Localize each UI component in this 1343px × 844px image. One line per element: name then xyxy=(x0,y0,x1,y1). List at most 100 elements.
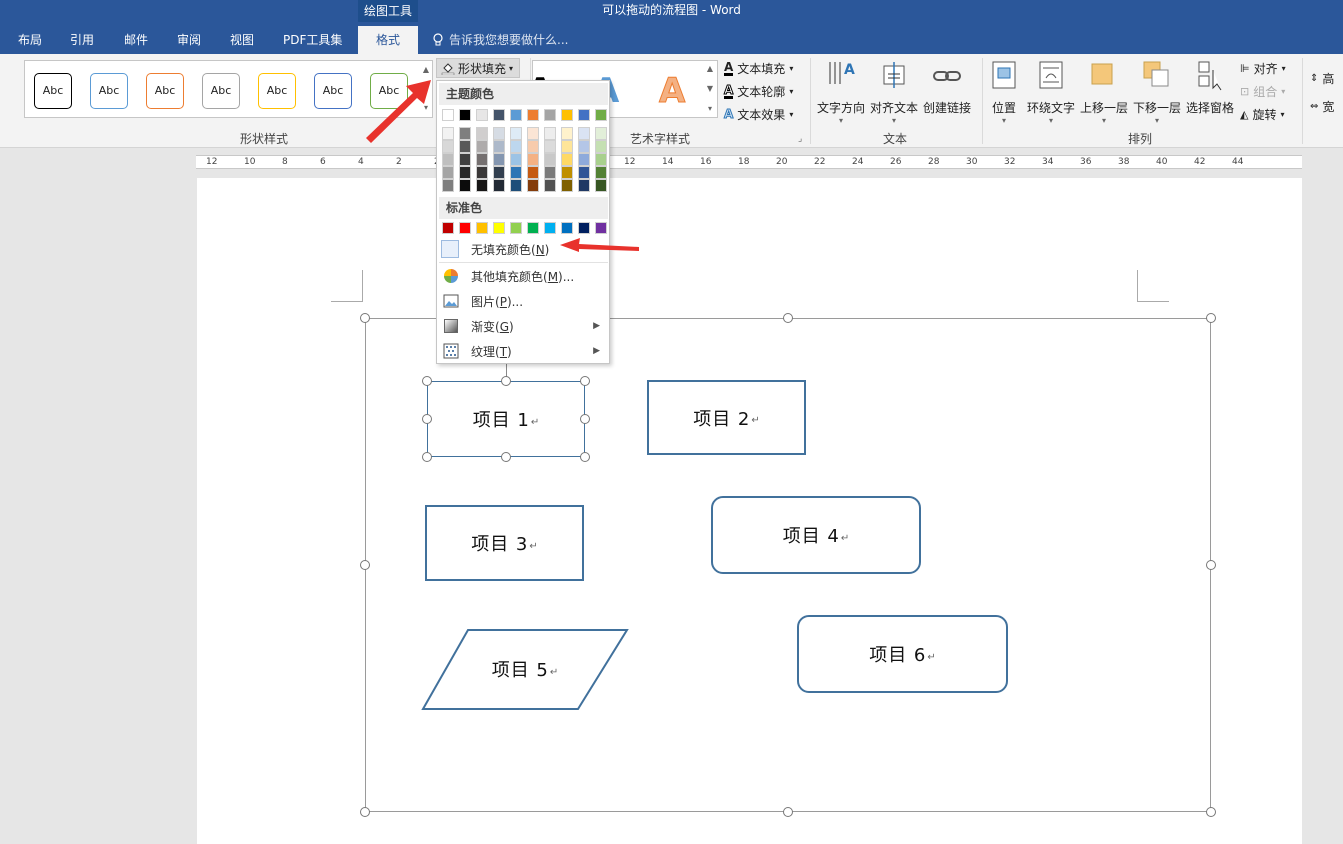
theme-shade-swatch[interactable] xyxy=(561,140,573,153)
theme-shade-swatch[interactable] xyxy=(544,127,556,140)
selection-pane-button[interactable]: 选择窗格 xyxy=(1185,60,1235,126)
theme-shade-swatch[interactable] xyxy=(510,127,522,140)
flow-shape-5[interactable]: 项目 5 ↵ xyxy=(470,640,580,698)
dialog-launcher-icon[interactable]: ⌟ xyxy=(798,134,802,144)
theme-shade-swatch[interactable] xyxy=(459,166,471,179)
selection-handle[interactable] xyxy=(422,452,432,462)
theme-shade-swatch[interactable] xyxy=(578,140,590,153)
theme-shade-swatch[interactable] xyxy=(442,153,454,166)
selection-handle[interactable] xyxy=(580,414,590,424)
gallery-down-icon[interactable]: ▼ xyxy=(420,80,432,98)
theme-shade-swatch[interactable] xyxy=(459,179,471,192)
theme-shade-swatch[interactable] xyxy=(476,179,488,192)
theme-color-swatch[interactable] xyxy=(561,109,573,121)
theme-color-swatch[interactable] xyxy=(442,109,454,121)
send-backward-button[interactable]: 下移一层 ▾ xyxy=(1132,60,1182,126)
canvas-resize-handle[interactable] xyxy=(360,560,370,570)
tab-view[interactable]: 视图 xyxy=(230,26,254,54)
theme-shade-swatch[interactable] xyxy=(527,179,539,192)
theme-shade-swatch[interactable] xyxy=(595,166,607,179)
theme-shade-swatch[interactable] xyxy=(476,153,488,166)
gradient-fill-item[interactable]: 渐变(G) ▶ xyxy=(439,314,608,338)
canvas-resize-handle[interactable] xyxy=(1206,807,1216,817)
theme-shade-swatch[interactable] xyxy=(561,179,573,192)
standard-color-swatch[interactable] xyxy=(442,222,454,234)
canvas-resize-handle[interactable] xyxy=(783,313,793,323)
theme-shade-swatch[interactable] xyxy=(561,127,573,140)
theme-color-swatch[interactable] xyxy=(493,109,505,121)
selection-handle[interactable] xyxy=(422,414,432,424)
style-abc-gray[interactable]: Abc xyxy=(202,73,240,109)
selection-handle[interactable] xyxy=(422,376,432,386)
text-direction-button[interactable]: A 文字方向 ▾ xyxy=(816,60,866,126)
canvas-resize-handle[interactable] xyxy=(783,807,793,817)
horizontal-ruler[interactable]: 1210864224681012141618202224262830323436… xyxy=(196,155,1302,169)
rotate-button[interactable]: ◭ 旋转 ▾ xyxy=(1240,104,1285,124)
height-field[interactable]: ⇕ 高 xyxy=(1310,68,1334,88)
theme-color-swatch[interactable] xyxy=(459,109,471,121)
wordart-up-icon[interactable]: ▲ xyxy=(704,60,716,78)
theme-shade-swatch[interactable] xyxy=(544,153,556,166)
selection-handle[interactable] xyxy=(501,376,511,386)
theme-color-swatch[interactable] xyxy=(544,109,556,121)
theme-shade-swatch[interactable] xyxy=(527,127,539,140)
theme-shade-swatch[interactable] xyxy=(578,153,590,166)
theme-shade-swatch[interactable] xyxy=(561,166,573,179)
theme-shade-swatch[interactable] xyxy=(544,140,556,153)
theme-shade-swatch[interactable] xyxy=(578,127,590,140)
group-button[interactable]: ⊡ 组合 ▾ xyxy=(1240,81,1285,101)
theme-shade-swatch[interactable] xyxy=(493,140,505,153)
text-effects-button[interactable]: A 文本效果 ▾ xyxy=(723,104,793,124)
shape-fill-button[interactable]: 形状填充 ▾ xyxy=(436,58,520,78)
standard-color-swatch[interactable] xyxy=(527,222,539,234)
theme-shade-swatch[interactable] xyxy=(442,140,454,153)
canvas-resize-handle[interactable] xyxy=(360,313,370,323)
theme-shade-swatch[interactable] xyxy=(527,166,539,179)
gallery-up-icon[interactable]: ▲ xyxy=(420,61,432,79)
theme-shade-swatch[interactable] xyxy=(442,166,454,179)
selection-handle[interactable] xyxy=(501,452,511,462)
standard-color-swatch[interactable] xyxy=(493,222,505,234)
theme-shade-swatch[interactable] xyxy=(510,179,522,192)
theme-shade-swatch[interactable] xyxy=(476,127,488,140)
flow-shape-1[interactable]: 项目 1 ↵ xyxy=(427,381,585,457)
theme-shade-swatch[interactable] xyxy=(510,166,522,179)
theme-shade-swatch[interactable] xyxy=(476,140,488,153)
standard-color-swatch[interactable] xyxy=(544,222,556,234)
flow-shape-4[interactable]: 项目 4 ↵ xyxy=(711,496,921,574)
tell-me-search[interactable]: 告诉我您想要做什么... xyxy=(432,26,568,54)
theme-shade-swatch[interactable] xyxy=(510,153,522,166)
align-text-button[interactable]: 对齐文本 ▾ xyxy=(869,60,919,126)
text-outline-button[interactable]: A 文本轮廓 ▾ xyxy=(723,81,793,101)
style-abc-blue[interactable]: Abc xyxy=(90,73,128,109)
theme-color-swatch[interactable] xyxy=(476,109,488,121)
flow-shape-6[interactable]: 项目 6 ↵ xyxy=(797,615,1008,693)
theme-shade-swatch[interactable] xyxy=(578,166,590,179)
position-button[interactable]: 位置 ▾ xyxy=(986,60,1022,126)
theme-shade-swatch[interactable] xyxy=(527,140,539,153)
theme-shade-swatch[interactable] xyxy=(459,153,471,166)
width-field[interactable]: ⇔ 宽 xyxy=(1310,96,1334,116)
flow-shape-2[interactable]: 项目 2 ↵ xyxy=(647,380,806,455)
theme-shade-swatch[interactable] xyxy=(595,140,607,153)
theme-shade-swatch[interactable] xyxy=(493,153,505,166)
standard-color-swatch[interactable] xyxy=(459,222,471,234)
theme-shade-swatch[interactable] xyxy=(493,127,505,140)
canvas-resize-handle[interactable] xyxy=(360,807,370,817)
texture-fill-item[interactable]: 纹理(T) ▶ xyxy=(439,339,608,363)
align-button[interactable]: ⊫ 对齐 ▾ xyxy=(1240,58,1286,78)
wordart-orange[interactable]: A xyxy=(658,71,685,112)
selection-handle[interactable] xyxy=(580,452,590,462)
theme-shade-swatch[interactable] xyxy=(442,179,454,192)
theme-color-swatch[interactable] xyxy=(578,109,590,121)
theme-shade-swatch[interactable] xyxy=(442,127,454,140)
picture-fill-item[interactable]: 图片(P)... xyxy=(439,289,608,313)
theme-shade-swatch[interactable] xyxy=(493,166,505,179)
standard-color-swatch[interactable] xyxy=(476,222,488,234)
bring-forward-button[interactable]: 上移一层 ▾ xyxy=(1079,60,1129,126)
theme-shade-swatch[interactable] xyxy=(476,166,488,179)
tab-pdf-tools[interactable]: PDF工具集 xyxy=(283,26,342,54)
tab-mailings[interactable]: 邮件 xyxy=(124,26,148,54)
theme-shade-swatch[interactable] xyxy=(561,153,573,166)
theme-color-swatch[interactable] xyxy=(527,109,539,121)
